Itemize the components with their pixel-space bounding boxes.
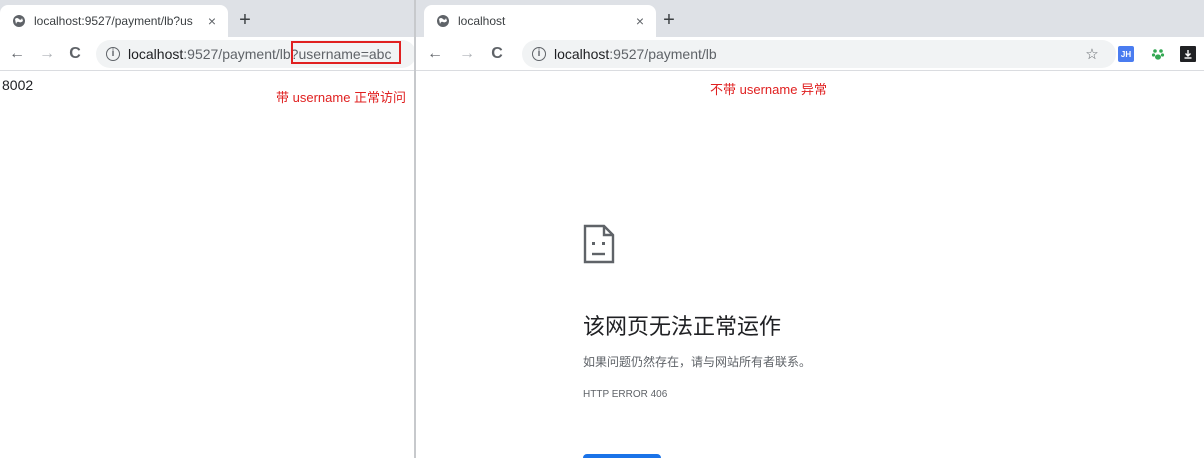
forward-arrow-icon[interactable]: → <box>36 43 58 65</box>
globe-icon <box>12 14 26 28</box>
url-highlight-box <box>291 41 401 64</box>
info-icon[interactable]: i <box>106 47 120 61</box>
url-host: localhost <box>554 46 610 62</box>
screen: localhost:9527/payment/lb?us × + ← → C i… <box>0 0 1204 458</box>
left-browser-window: localhost:9527/payment/lb?us × + ← → C i… <box>0 0 414 458</box>
sad-page-icon <box>582 223 616 270</box>
star-icon[interactable]: ☆ <box>1084 46 1100 63</box>
plus-icon[interactable]: + <box>232 7 258 33</box>
right-address-bar[interactable]: i localhost:9527/payment/lb <box>522 40 1116 68</box>
reload-icon[interactable]: C <box>64 43 86 65</box>
right-annotation: 不带 username 异常 <box>710 82 828 97</box>
reload-button[interactable] <box>583 454 661 458</box>
right-toolbar: ← → C i localhost:9527/payment/lb ☆ JH <box>416 37 1204 71</box>
left-tab-strip: localhost:9527/payment/lb?us × + <box>0 0 414 37</box>
back-arrow-icon[interactable]: ← <box>6 43 28 65</box>
left-page-content: 8002 带 username 正常访问 <box>0 71 414 458</box>
left-annotation: 带 username 正常访问 <box>276 90 407 105</box>
paw-icon[interactable] <box>1150 46 1166 62</box>
download-icon[interactable] <box>1180 46 1196 62</box>
right-browser-window: localhost × + ← → C i localhost:9527/pay… <box>416 0 1204 458</box>
right-page-content: 不带 username 异常 该网页无法正常运作 如果问题仍然存在，请与网站所有… <box>416 71 1204 458</box>
right-tab[interactable]: localhost × <box>424 5 656 37</box>
url-path: :9527/payment/lb <box>609 46 717 62</box>
left-tab-title: localhost:9527/payment/lb?us <box>34 14 193 28</box>
reload-icon[interactable]: C <box>486 43 508 65</box>
back-arrow-icon[interactable]: ← <box>424 43 446 65</box>
response-text: 8002 <box>2 77 34 93</box>
right-tab-title: localhost <box>458 14 506 28</box>
right-url[interactable]: localhost:9527/payment/lb <box>554 46 717 62</box>
error-code: HTTP ERROR 406 <box>583 389 668 400</box>
left-tab[interactable]: localhost:9527/payment/lb?us × <box>0 5 228 37</box>
forward-arrow-icon[interactable]: → <box>456 43 478 65</box>
close-icon[interactable]: × <box>632 13 648 29</box>
error-title: 该网页无法正常运作 <box>583 314 782 339</box>
close-icon[interactable]: × <box>204 13 220 29</box>
jh-extension-icon[interactable]: JH <box>1118 46 1134 62</box>
globe-icon <box>436 14 450 28</box>
info-icon[interactable]: i <box>532 47 546 61</box>
right-tab-strip: localhost × + <box>416 0 1204 37</box>
error-description: 如果问题仍然存在，请与网站所有者联系。 <box>583 355 812 369</box>
url-host: localhost <box>128 46 184 62</box>
plus-icon[interactable]: + <box>656 7 682 33</box>
